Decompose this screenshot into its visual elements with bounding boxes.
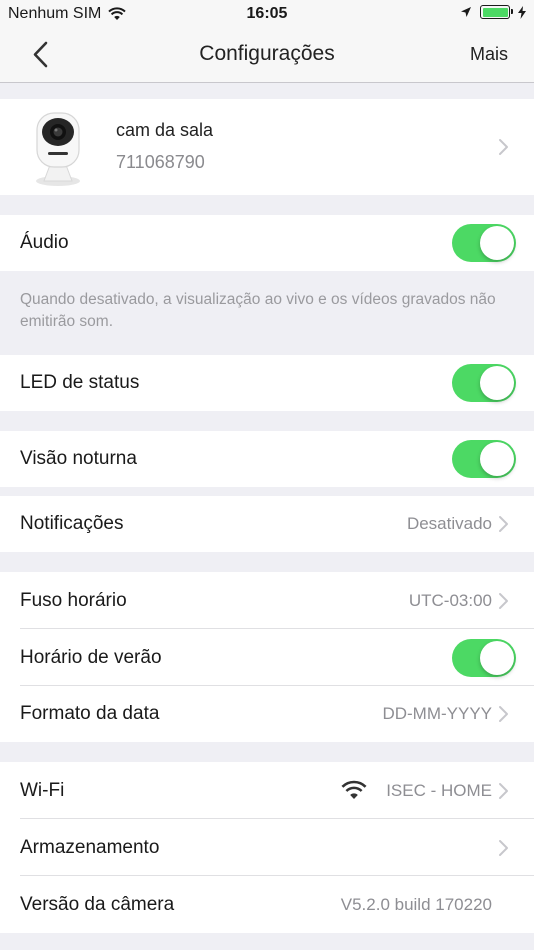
notifications-value: Desativado (406, 514, 492, 533)
audio-section: Áudio (0, 215, 534, 271)
navigation-bar: Configurações Mais (0, 28, 534, 83)
chevron-right-icon (499, 706, 508, 722)
chevron-right-icon (499, 839, 508, 856)
timezone-label: Fuso horário (20, 589, 127, 611)
camera-name: cam da sala (116, 120, 214, 140)
audio-row: Áudio (0, 215, 534, 271)
status-bar-time: 16:05 (246, 5, 288, 22)
storage-label: Armazenamento (20, 836, 160, 858)
wifi-row[interactable]: Wi-Fi ISEC - HOME (0, 762, 534, 819)
wifi-icon (341, 780, 367, 799)
status-bar-right (460, 5, 526, 19)
notifications-label: Notificações (20, 513, 124, 534)
audio-toggle[interactable] (452, 224, 516, 262)
date-format-row[interactable]: Formato da data DD-MM-YYYY (0, 686, 534, 742)
night-vision-section: Visão noturna (0, 431, 534, 487)
chevron-right-icon (499, 139, 508, 155)
time-section: Fuso horário UTC-03:00 Horário de verão … (0, 572, 534, 742)
dst-label: Horário de verão (20, 646, 162, 668)
led-section: LED de status (0, 355, 534, 411)
status-led-toggle[interactable] (452, 364, 516, 402)
notifications-section: Notificações Desativado (0, 496, 534, 552)
night-vision-row: Visão noturna (0, 431, 534, 487)
dst-toggle[interactable] (452, 638, 516, 677)
night-vision-label: Visão noturna (20, 448, 137, 469)
status-led-row: LED de status (0, 355, 534, 411)
battery-icon (480, 5, 513, 19)
chevron-right-icon (499, 592, 508, 609)
page-title: Configurações (199, 42, 335, 65)
date-format-value: DD-MM-YYYY (382, 704, 492, 723)
storage-row[interactable]: Armazenamento (0, 819, 534, 876)
camera-version-row: Versão da câmera V5.2.0 build 170220 (0, 876, 534, 933)
location-arrow-icon (461, 7, 471, 17)
status-led-label: LED de status (20, 372, 140, 393)
chevron-right-icon (499, 516, 508, 532)
night-vision-toggle[interactable] (452, 440, 516, 478)
status-bar: Nenhum SIM 16:05 (0, 0, 534, 28)
timezone-row[interactable]: Fuso horário UTC-03:00 (0, 572, 534, 629)
date-format-label: Formato da data (20, 703, 160, 724)
audio-note: Quando desativado, a visualização ao viv… (20, 291, 496, 330)
more-button[interactable]: Mais (470, 44, 508, 65)
camera-card[interactable]: cam da sala 711068790 (0, 99, 534, 195)
wifi-network-name: ISEC - HOME (386, 780, 492, 800)
notifications-row[interactable]: Notificações Desativado (0, 496, 534, 552)
audio-label: Áudio (20, 232, 69, 253)
camera-version-label: Versão da câmera (20, 893, 175, 915)
chevron-right-icon (499, 782, 508, 799)
device-section: Wi-Fi ISEC - HOME Armazenamento Versão d… (0, 762, 534, 933)
wifi-label: Wi-Fi (20, 779, 65, 801)
charging-bolt-icon (518, 5, 526, 19)
timezone-value: UTC-03:00 (408, 590, 492, 610)
dst-row: Horário de verão (0, 629, 534, 686)
camera-id: 711068790 (116, 152, 205, 172)
camera-version-value: V5.2.0 build 170220 (340, 894, 492, 914)
camera-thumbnail-icon (36, 112, 80, 186)
